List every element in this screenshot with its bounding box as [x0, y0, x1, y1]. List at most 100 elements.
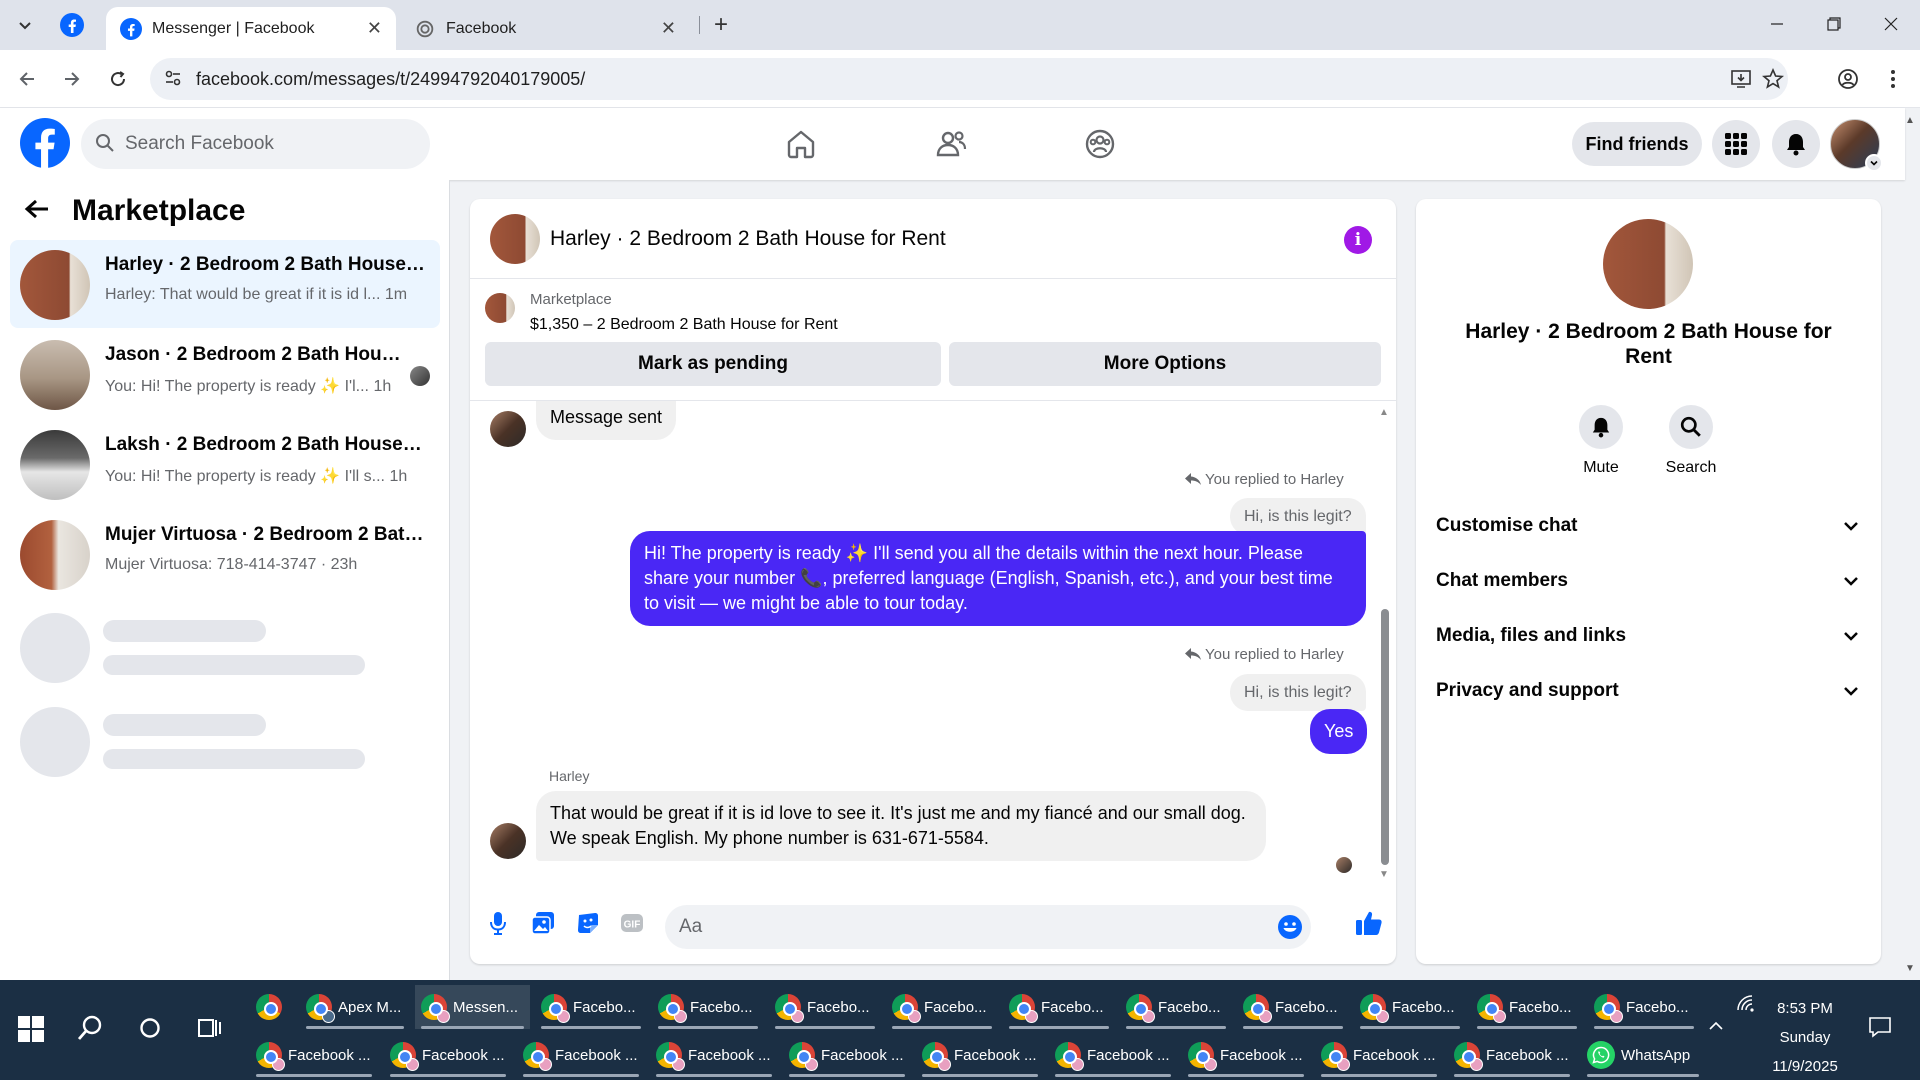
chat-title[interactable]: Harley · 2 Bedroom 2 Bath House for Rent: [550, 227, 946, 251]
avatar[interactable]: [490, 411, 526, 447]
conversation-item[interactable]: Jason · 2 Bedroom 2 Bath House... You: H…: [10, 330, 440, 418]
outgoing-message[interactable]: Yes: [1310, 709, 1368, 754]
emoji-icon[interactable]: [1277, 914, 1303, 945]
task-view-button[interactable]: [192, 1010, 228, 1046]
section-privacy-support[interactable]: Privacy and support: [1436, 671, 1861, 711]
section-media-files-links[interactable]: Media, files and links: [1436, 616, 1861, 656]
outgoing-message[interactable]: Hi! The property is ready ✨ I'll send yo…: [630, 531, 1366, 626]
tab-search-dropdown[interactable]: [8, 10, 42, 40]
install-app-icon[interactable]: [1730, 68, 1752, 96]
sticker-button[interactable]: [573, 908, 603, 938]
taskbar-item[interactable]: Facebo...: [886, 985, 998, 1029]
taskbar-item[interactable]: Facebo...: [769, 985, 881, 1029]
taskbar-item[interactable]: Facebook ...: [1315, 1033, 1443, 1077]
facebook-home-logo[interactable]: [20, 118, 70, 168]
taskbar-item[interactable]: Facebo...: [1120, 985, 1232, 1029]
bookmark-star-icon[interactable]: [1761, 67, 1785, 96]
taskbar-item[interactable]: Apex M...: [300, 985, 410, 1029]
thread-scrollbar-thumb[interactable]: [1381, 609, 1389, 865]
like-button[interactable]: [1354, 908, 1384, 938]
avatar[interactable]: [1603, 219, 1693, 309]
taskbar-item[interactable]: Facebo...: [1354, 985, 1466, 1029]
cortana-button[interactable]: [132, 1010, 168, 1046]
mark-as-pending-button[interactable]: Mark as pending: [485, 342, 941, 386]
new-tab-button[interactable]: +: [706, 10, 736, 40]
restore-button[interactable]: [1814, 8, 1854, 40]
close-tab-icon[interactable]: ✕: [367, 18, 382, 39]
taskbar-item[interactable]: Facebo...: [1003, 985, 1115, 1029]
avatar[interactable]: [490, 823, 526, 859]
search-input[interactable]: [125, 119, 415, 169]
quoted-message[interactable]: Hi, is this legit?: [1230, 674, 1366, 711]
taskbar-item[interactable]: Facebook ...: [517, 1033, 645, 1077]
omnibox[interactable]: facebook.com/messages/t/2499479204017900…: [150, 58, 1788, 100]
taskbar-whatsapp[interactable]: WhatsApp: [1581, 1033, 1705, 1077]
taskbar-search-button[interactable]: [72, 1010, 108, 1046]
page-scroll-up-arrow[interactable]: ▲: [1905, 115, 1915, 126]
start-button[interactable]: [18, 1016, 44, 1042]
url-text[interactable]: facebook.com/messages/t/2499479204017900…: [196, 69, 585, 90]
taskbar-item[interactable]: Facebook ...: [916, 1033, 1044, 1077]
voice-clip-button[interactable]: [483, 908, 513, 938]
notifications-button[interactable]: [1772, 120, 1820, 168]
taskbar-item[interactable]: Messen...: [415, 985, 530, 1029]
taskbar-chrome[interactable]: [250, 985, 290, 1029]
attach-media-button[interactable]: [528, 908, 558, 938]
back-arrow-icon[interactable]: [24, 195, 56, 227]
info-icon[interactable]: i: [1344, 226, 1372, 254]
message-input[interactable]: [679, 905, 1239, 949]
wifi-icon[interactable]: [1736, 994, 1756, 1017]
tray-overflow-chevron[interactable]: [1708, 1018, 1724, 1036]
profile-button[interactable]: [1833, 64, 1863, 94]
taskbar-item[interactable]: Facebo...: [1237, 985, 1349, 1029]
taskbar-item[interactable]: Facebook ...: [650, 1033, 778, 1077]
reload-button[interactable]: [103, 64, 133, 94]
taskbar-item[interactable]: Facebo...: [535, 985, 647, 1029]
listing-thumbnail[interactable]: [485, 293, 515, 323]
message-input-wrapper[interactable]: [665, 905, 1311, 949]
page-scroll-down-arrow[interactable]: ▼: [1905, 963, 1915, 974]
facebook-search[interactable]: [81, 119, 430, 169]
conversation-item[interactable]: Laksh · 2 Bedroom 2 Bath House f... You:…: [10, 420, 440, 508]
quoted-message[interactable]: Hi, is this legit?: [1230, 498, 1366, 535]
scroll-down-arrow[interactable]: ▼: [1379, 869, 1389, 880]
tab-messenger[interactable]: Messenger | Facebook ✕: [106, 7, 396, 50]
minimize-button[interactable]: [1757, 8, 1797, 40]
avatar[interactable]: [490, 214, 540, 264]
forward-button[interactable]: [57, 64, 87, 94]
notification-center-button[interactable]: [1868, 1016, 1892, 1043]
more-options-button[interactable]: More Options: [949, 342, 1381, 386]
find-friends-button[interactable]: Find friends: [1572, 122, 1702, 166]
close-tab-icon[interactable]: ✕: [661, 18, 676, 39]
conversation-item[interactable]: Harley · 2 Bedroom 2 Bath House f... Har…: [10, 240, 440, 328]
taskbar-clock[interactable]: 8:53 PM Sunday 11/9/2025: [1760, 994, 1850, 1080]
taskbar-item[interactable]: Facebook ...: [1448, 1033, 1576, 1077]
taskbar-item[interactable]: Facebo...: [1588, 985, 1700, 1029]
message-thread[interactable]: Message sent You replied to Harley Hi, i…: [470, 401, 1396, 886]
account-avatar[interactable]: [1830, 119, 1883, 172]
taskbar-item[interactable]: Facebook ...: [783, 1033, 911, 1077]
taskbar-item[interactable]: Facebo...: [652, 985, 764, 1029]
gif-button[interactable]: GIF: [617, 908, 647, 938]
site-settings-icon[interactable]: [164, 69, 182, 92]
taskbar-item[interactable]: Facebook ...: [1182, 1033, 1310, 1077]
nav-home[interactable]: [779, 122, 823, 166]
search-conversation-button[interactable]: Search: [1656, 405, 1726, 477]
section-chat-members[interactable]: Chat members: [1436, 561, 1861, 601]
nav-groups[interactable]: [1078, 122, 1122, 166]
pinned-tab-facebook[interactable]: [60, 13, 84, 37]
back-button[interactable]: [12, 64, 42, 94]
conversation-item[interactable]: Mujer Virtuosa · 2 Bedroom 2 Bath... Muj…: [10, 510, 440, 598]
section-customise-chat[interactable]: Customise chat: [1436, 506, 1861, 546]
nav-friends[interactable]: [929, 122, 973, 166]
taskbar-item[interactable]: Facebo...: [1471, 985, 1583, 1029]
scroll-up-arrow[interactable]: ▲: [1379, 407, 1389, 418]
browser-menu-button[interactable]: [1878, 64, 1908, 94]
tab-facebook[interactable]: Facebook ✕: [400, 7, 690, 50]
incoming-message[interactable]: That would be great if it is id love to …: [536, 791, 1266, 861]
taskbar-item[interactable]: Facebook ...: [384, 1033, 512, 1077]
menu-button[interactable]: [1712, 120, 1760, 168]
mute-button[interactable]: Mute: [1566, 405, 1636, 477]
taskbar-item[interactable]: Facebook ...: [250, 1033, 378, 1077]
close-window-button[interactable]: [1871, 8, 1911, 40]
